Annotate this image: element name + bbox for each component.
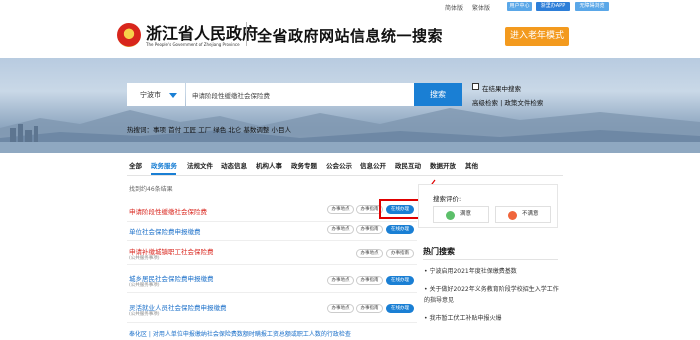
satisfied-button[interactable]: 满意	[433, 206, 489, 223]
service-guide-button[interactable]: 办事指南	[356, 304, 383, 313]
tab-open-data[interactable]: 数据开放	[430, 160, 456, 170]
result-count: 找到约46条结果	[129, 186, 173, 193]
category-tabs: 全部 政务服务 法规文件 动态信息 机构人事 政务专题 公会公示 信息公开 政民…	[0, 160, 700, 174]
unsatisfied-button[interactable]: 不满意	[495, 206, 551, 223]
tab-topics[interactable]: 政务专题	[291, 160, 317, 170]
header-divider	[246, 22, 247, 46]
tab-news[interactable]: 动态信息	[221, 160, 247, 170]
tab-interaction[interactable]: 政民互动	[395, 160, 421, 170]
search-button[interactable]: 搜索	[414, 83, 462, 106]
tab-all[interactable]: 全部	[129, 160, 142, 170]
result-separator	[127, 322, 417, 323]
tab-regulations[interactable]: 法规文件	[187, 160, 213, 170]
search-in-results-checkbox[interactable]	[472, 83, 479, 90]
hot-search-text[interactable]: 宁波启用2021年度社保缴费基数	[429, 268, 516, 275]
search-in-results-label: 在结果中搜索	[482, 85, 521, 93]
office-location-button[interactable]: 办事地点	[327, 205, 354, 214]
result-separator	[127, 221, 417, 222]
result-type-label: (公共服务事项)	[129, 256, 160, 261]
result-type-label: (公共服务事项)	[129, 283, 160, 288]
result-separator	[127, 240, 417, 241]
lake-mountain-scenery	[0, 108, 700, 153]
smile-icon	[446, 211, 455, 220]
user-center-button[interactable]: 用户中心	[507, 2, 532, 11]
hot-search-text[interactable]: 关于做好2022年义务教育阶段学校招生入学工作的指导意见	[424, 286, 559, 304]
hot-words[interactable]: 热搜词：事项 首付 工匠 工厂 绿色 北仑 基数调整 小目人	[127, 124, 291, 134]
top-utility-bar: 简体版 繁体版 用户中心 浙里办APP 无障碍浏览	[0, 0, 700, 13]
tab-gov-services[interactable]: 政务服务	[151, 160, 177, 170]
elder-mode-button[interactable]: 进入老年模式	[505, 27, 569, 46]
service-guide-button[interactable]: 办事指南	[386, 249, 414, 258]
tab-other[interactable]: 其他	[465, 160, 478, 170]
result-separator	[127, 292, 417, 293]
result-separator	[127, 264, 417, 265]
unsatisfied-label: 不满意	[522, 211, 539, 217]
traditional-link[interactable]: 繁体版	[472, 3, 490, 12]
hot-search-item[interactable]: • 关于做好2022年义务教育阶段学校招生入学工作的指导意见	[424, 284, 559, 306]
result-title[interactable]: 申请阶段性缓缴社会保险费	[129, 206, 207, 216]
online-handling-button[interactable]: 在线办理	[386, 304, 414, 313]
app-button[interactable]: 浙里办APP	[536, 2, 570, 11]
national-emblem-icon	[117, 23, 141, 47]
simplified-link[interactable]: 简体版	[445, 3, 463, 12]
service-guide-button[interactable]: 办事指南	[356, 276, 383, 285]
advanced-search-links[interactable]: 高级检索 | 政策文件检索	[472, 97, 543, 107]
tab-notices[interactable]: 公会公示	[326, 160, 352, 170]
hot-search-text[interactable]: 我市暂工伏工补贴申报火爆	[429, 315, 501, 322]
site-logo-text[interactable]: 浙江省人民政府	[146, 20, 258, 44]
result-title[interactable]: 单位社会保险费申报缴费	[129, 226, 201, 236]
tab-personnel[interactable]: 机构人事	[256, 160, 282, 170]
result-type-label: (公共服务事项)	[129, 312, 160, 317]
site-logo-subtitle: The People's Government of Zhejiang Prov…	[146, 42, 240, 47]
hot-search-item[interactable]: • 宁波启用2021年度社保缴费基数	[424, 266, 559, 277]
result-title[interactable]: 奉化区 | 对用人单位申报缴纳社会保险费数额时瞒报工资总额或职工人数的行政检查	[129, 329, 351, 338]
satisfied-label: 满意	[460, 211, 472, 217]
accessible-button[interactable]: 无障碍浏览	[575, 2, 609, 11]
service-guide-button[interactable]: 办事指南	[356, 225, 383, 234]
page-title: 全省政府网站信息统一搜索	[257, 27, 444, 45]
tab-disclosure[interactable]: 信息公开	[360, 160, 386, 170]
active-tab-indicator	[151, 173, 176, 175]
frown-icon	[508, 211, 517, 220]
hot-search-title: 热门搜索	[423, 247, 455, 256]
office-location-button[interactable]: 办事地点	[327, 225, 354, 234]
tab-divider	[127, 175, 563, 176]
online-handling-button[interactable]: 在线办理	[386, 276, 414, 285]
office-location-button[interactable]: 办事地点	[327, 304, 354, 313]
hot-search-item[interactable]: • 我市暂工伏工补贴申报火爆	[424, 313, 559, 324]
search-input[interactable]	[186, 83, 414, 106]
office-location-button[interactable]: 办事地点	[356, 249, 383, 258]
online-handling-button[interactable]: 在线办理	[386, 225, 414, 234]
hot-search-divider	[423, 259, 558, 260]
office-location-button[interactable]: 办事地点	[327, 276, 354, 285]
chevron-down-icon[interactable]	[169, 93, 177, 98]
evaluation-title: 搜索评价:	[433, 195, 462, 203]
